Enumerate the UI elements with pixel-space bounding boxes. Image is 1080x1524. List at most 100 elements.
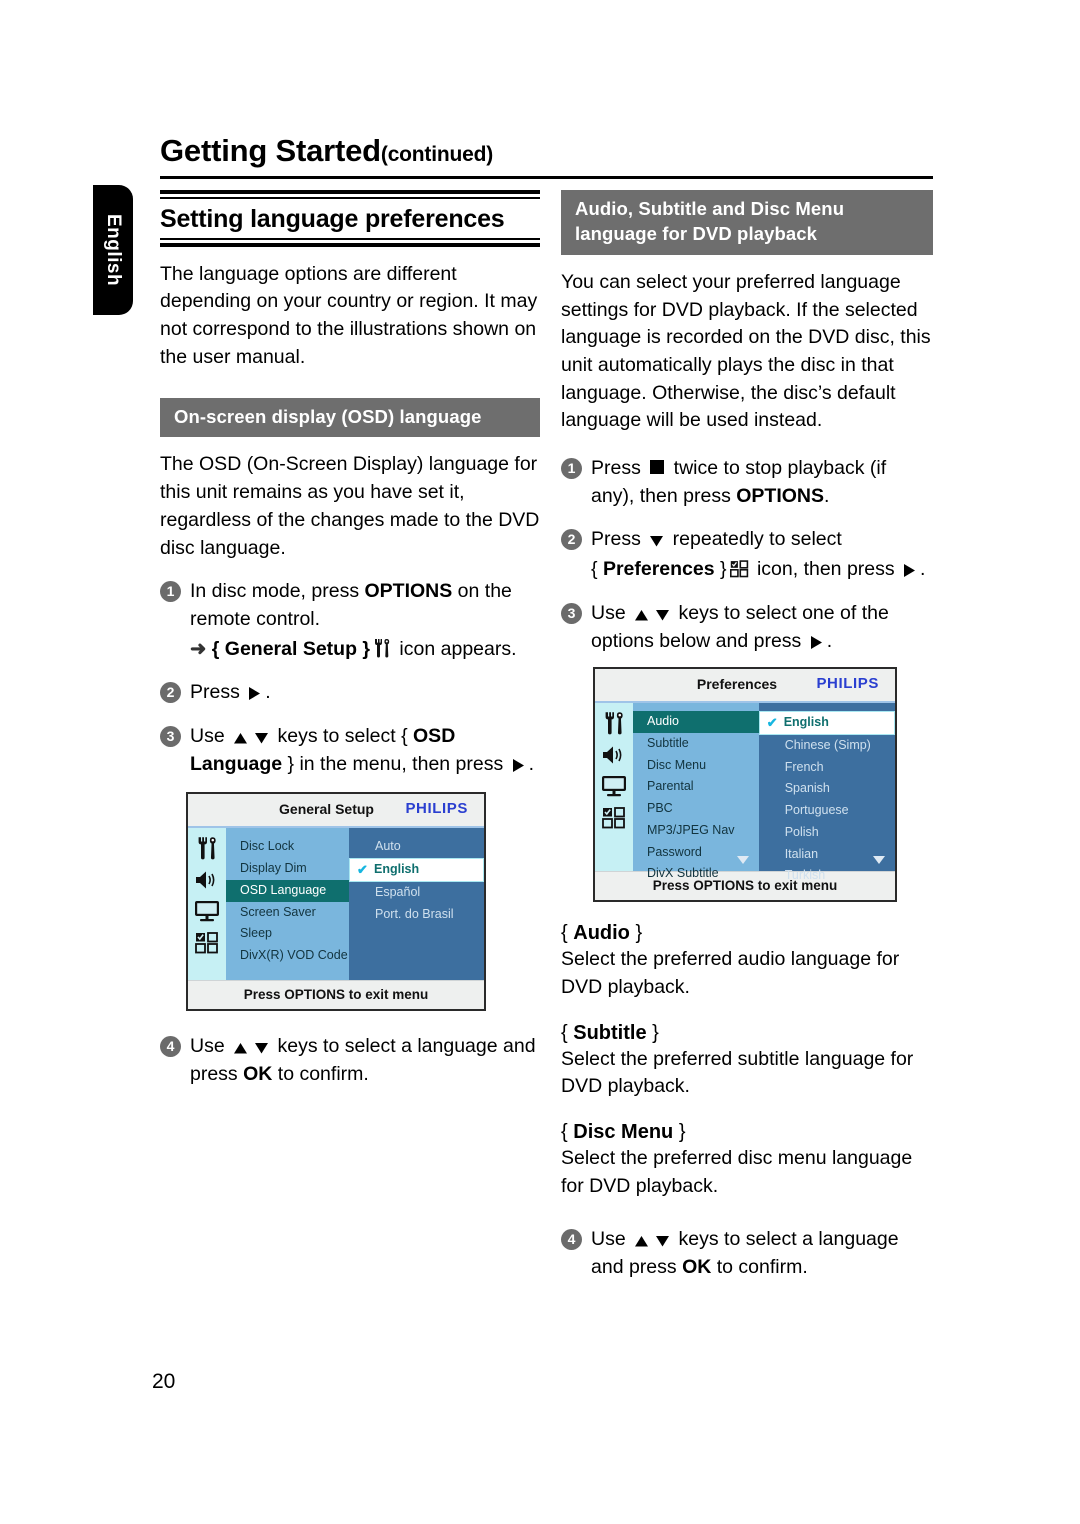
arrow-right-icon: ➜ <box>190 637 207 660</box>
r-step-4-text-a: Use <box>591 1228 632 1251</box>
step-4-number: 4 <box>160 1036 181 1058</box>
up-arrow-icon <box>634 608 649 622</box>
speaker-icon[interactable] <box>601 745 627 765</box>
scroll-down-icon[interactable] <box>736 856 749 865</box>
r-step-4-number: 4 <box>561 1229 582 1251</box>
speaker-icon[interactable] <box>194 870 220 890</box>
language-side-tab-label: English <box>103 213 124 287</box>
down-arrow-icon <box>649 534 664 548</box>
osd-footer-b: to exit menu <box>345 987 429 1003</box>
header-rule <box>160 176 933 179</box>
philips-logo: PHILIPS <box>405 800 468 818</box>
stop-icon <box>650 460 665 475</box>
option-audio-close: } <box>629 922 643 945</box>
osd-menu-item[interactable]: Disc Menu <box>633 755 759 777</box>
page-number: 20 <box>152 1370 176 1393</box>
option-body-audio: Select the preferred audio language for … <box>561 948 900 998</box>
step-1-substep: ➜ { General Setup } icon appears. <box>190 636 540 664</box>
osd-option[interactable]: Español <box>349 882 484 904</box>
osd-menu-item[interactable]: Screen Saver <box>226 902 349 924</box>
tv-icon[interactable] <box>194 900 220 922</box>
grid-icon[interactable] <box>195 932 219 954</box>
r-step-4-bold-ok: OK <box>682 1256 712 1278</box>
dvd-language-banner-line1: Audio, Subtitle and Disc Menu <box>575 198 845 219</box>
section-rule-bottom <box>160 237 540 247</box>
dvd-language-intro: You can select your preferred language s… <box>561 270 931 432</box>
tools-icon[interactable] <box>603 711 625 735</box>
scroll-down-icon[interactable] <box>873 856 886 865</box>
osd-option-list: Auto ✔ English Español Port. do Brasil <box>349 828 484 981</box>
option-audio-open: { <box>561 922 574 945</box>
step-2-text-b: . <box>265 681 271 704</box>
tools-icon[interactable] <box>196 836 218 860</box>
step-3-text-c: } in the menu, then press <box>282 752 509 775</box>
up-arrow-icon <box>233 1041 248 1055</box>
r-step-1-text-c: . <box>824 484 830 507</box>
general-setup-osd-mockup: General Setup PHILIPS Disc Lock Display … <box>186 792 486 1012</box>
osd-menu-item[interactable]: Disc Lock <box>226 836 349 858</box>
osd-menu-item[interactable]: DivX(R) VOD Code <box>226 945 349 967</box>
option-body-disc-menu: Select the preferred disc menu language … <box>561 1146 913 1197</box>
step-3-number: 3 <box>160 725 181 747</box>
grid-icon[interactable] <box>602 807 626 829</box>
step-1-sub-open: { <box>211 637 225 660</box>
dvd-language-banner: Audio, Subtitle and Disc Menu language f… <box>561 190 933 255</box>
dvd-language-banner-line2: language for DVD playback <box>575 222 818 244</box>
osd-menu-item-selected[interactable]: Audio <box>633 711 759 733</box>
osd-option[interactable]: Port. do Brasil <box>349 904 484 926</box>
section-intro: The language options are different depen… <box>160 262 538 368</box>
r-step-4-text-c: to confirm. <box>711 1256 808 1278</box>
section-rule-top <box>160 190 540 199</box>
osd-menu-item[interactable]: Display Dim <box>226 858 349 880</box>
osd-titlebar: Preferences PHILIPS <box>595 669 895 704</box>
osd-option[interactable]: Chinese (Simp) <box>759 735 895 757</box>
step-1-sub-tail: icon appears. <box>394 637 517 660</box>
step-2-text-a: Press <box>190 681 246 704</box>
osd-menu-list: Audio Subtitle Disc Menu Parental PBC MP… <box>633 703 759 880</box>
r-step-1: 1 Press twice to stop playback (if any),… <box>561 455 933 510</box>
osd-titlebar: General Setup PHILIPS <box>188 794 484 829</box>
option-heading-disc-menu: { Disc Menu } <box>561 1121 933 1144</box>
left-column: Setting language preferences The languag… <box>160 190 540 1089</box>
osd-icon-rail <box>595 703 633 872</box>
step-4-text-a: Use <box>190 1035 231 1058</box>
osd-menu-item[interactable]: Parental <box>633 776 759 798</box>
osd-option[interactable]: Spanish <box>759 778 895 800</box>
osd-footer-a: Press <box>243 987 285 1003</box>
option-subtitle-name: Subtitle <box>573 1021 647 1044</box>
osd-option[interactable]: Auto <box>349 836 484 858</box>
step-2-number: 2 <box>160 682 181 704</box>
osd-menu-item[interactable]: MP3/JPEG Nav <box>633 820 759 842</box>
option-discmenu-name: Disc Menu <box>573 1120 674 1143</box>
osd-option[interactable]: French <box>759 757 895 779</box>
osd-menu-item[interactable]: Subtitle <box>633 733 759 755</box>
option-heading-subtitle: { Subtitle } <box>561 1022 933 1045</box>
language-side-tab: English <box>93 185 133 315</box>
r-step-1-number: 1 <box>561 458 582 480</box>
osd-option[interactable]: Portuguese <box>759 800 895 822</box>
down-arrow-icon <box>254 1041 269 1055</box>
osd-option-label: English <box>374 862 420 877</box>
tv-icon[interactable] <box>601 775 627 797</box>
osd-option-selected[interactable]: ✔ English <box>349 858 484 882</box>
osd-menu-item-selected[interactable]: OSD Language <box>226 879 349 902</box>
step-1-sub-bold: General Setup <box>224 637 357 660</box>
step-3-text-d: . <box>528 752 535 775</box>
osd-menu-item[interactable]: Sleep <box>226 923 349 945</box>
osd-option-label: English <box>783 715 829 730</box>
osd-option[interactable]: Polish <box>759 822 895 844</box>
preferences-osd-mockup: Preferences PHILIPS Audio Subtitle Disc … <box>593 667 897 903</box>
option-subtitle-close: } <box>646 1021 659 1044</box>
r-step-3-text-a: Use <box>591 601 632 624</box>
osd-title-text: General Setup <box>279 801 374 818</box>
r-step-1-bold-options: OPTIONS <box>736 484 825 507</box>
osd-menu-item[interactable]: PBC <box>633 798 759 820</box>
osd-option-selected[interactable]: ✔ English <box>758 711 896 735</box>
osd-menu-item[interactable]: DivX Subtitle <box>633 863 759 885</box>
play-right-arrow-icon <box>810 635 824 650</box>
r-step-2-substep: { Preferences } icon, then press . <box>591 556 933 584</box>
osd-option[interactable]: Turkish <box>759 865 895 887</box>
up-arrow-icon <box>233 731 248 745</box>
r-step-1-text-a: Press <box>591 457 647 480</box>
option-discmenu-open: { <box>561 1120 574 1143</box>
